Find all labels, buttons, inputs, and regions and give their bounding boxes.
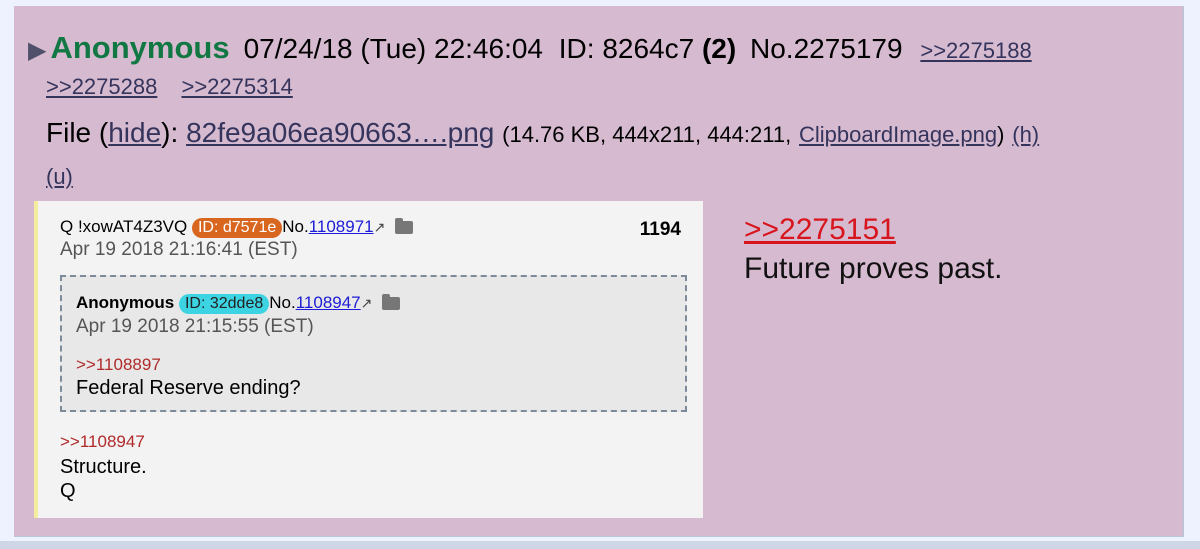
post-number[interactable]: No.2275179 bbox=[750, 33, 903, 64]
post-count: (2) bbox=[701, 33, 737, 64]
quoted-no-prefix: No. bbox=[269, 293, 296, 312]
post-container: ▶ Anonymous 07/24/18 (Tue) 22:46:04 ID: 82… bbox=[14, 6, 1184, 537]
embedded-id-badge: ID: d7571e bbox=[191, 218, 283, 238]
comment-quote-link[interactable]: >>2275151 bbox=[744, 213, 896, 247]
quoted-post-header: Anonymous ID: 32dde8 No.1108947↗ bbox=[76, 293, 401, 314]
h-link[interactable]: (h) bbox=[1012, 122, 1039, 147]
embedded-text: Structure. Q bbox=[60, 455, 147, 503]
file-meta-close: ) bbox=[997, 122, 1005, 147]
file-thumbnail[interactable]: Q !xowAT4Z3VQ ID: d7571e No.1108971↗ 1194… bbox=[34, 201, 703, 518]
embedded-ref: >>1108947 bbox=[60, 432, 145, 451]
reply-link-2[interactable]: >>2275288 bbox=[46, 74, 157, 99]
folder-icon bbox=[395, 218, 414, 235]
quoted-id-badge: ID: 32dde8 bbox=[178, 294, 270, 314]
embedded-post-link: 1108971 bbox=[308, 217, 374, 236]
reply-link-1[interactable]: >>2275188 bbox=[920, 38, 1031, 63]
embedded-post-header: Q !xowAT4Z3VQ ID: d7571e No.1108971↗ bbox=[60, 217, 414, 238]
external-link-icon: ↗ bbox=[373, 219, 386, 235]
embedded-date: Apr 19 2018 21:16:41 (EST) bbox=[60, 239, 298, 260]
embedded-no-prefix: No. bbox=[282, 217, 309, 236]
file-name-link[interactable]: 82fe9a06ea90663….png bbox=[186, 117, 494, 148]
poster-name: Anonymous bbox=[50, 30, 230, 65]
post-header: ▶ Anonymous 07/24/18 (Tue) 22:46:04 ID: 82… bbox=[28, 30, 1032, 69]
comment-text: Future proves past. bbox=[744, 252, 1003, 285]
quoted-ref: >>1108897 bbox=[76, 355, 161, 374]
file-label: File bbox=[46, 117, 92, 148]
embedded-count: 1194 bbox=[639, 219, 681, 240]
embedded-tripcode: Q !xowAT4Z3VQ bbox=[60, 217, 188, 236]
post-datetime: 07/24/18 (Tue) 22:46:04 bbox=[243, 33, 543, 64]
external-link-icon: ↗ bbox=[360, 295, 373, 311]
paren-open: ( bbox=[98, 117, 109, 148]
reply-links: >>2275288 >>2275314 bbox=[46, 72, 311, 102]
paren-close: ): bbox=[161, 117, 179, 148]
quoted-date: Apr 19 2018 21:15:55 (EST) bbox=[76, 316, 314, 337]
folder-icon bbox=[382, 294, 401, 311]
file-info: File (hide): 82fe9a06ea90663….png (14.76… bbox=[46, 114, 1176, 189]
quoted-poster-name: Anonymous bbox=[76, 293, 175, 312]
u-link[interactable]: (u) bbox=[46, 158, 73, 196]
next-post-edge bbox=[0, 541, 1200, 549]
file-meta: (14.76 KB, 444x211, 444:211, bbox=[502, 122, 792, 147]
quoted-post-link: 1108947 bbox=[295, 293, 361, 312]
hide-file-link[interactable]: hide bbox=[108, 117, 161, 148]
reply-link-3[interactable]: >>2275314 bbox=[181, 74, 292, 99]
embedded-text-line-1: Structure. bbox=[60, 456, 147, 478]
poster-id[interactable]: ID: 8264c7 bbox=[559, 33, 694, 64]
embedded-text-line-2: Q bbox=[60, 480, 76, 502]
quoted-text: Federal Reserve ending? bbox=[76, 377, 301, 399]
expand-arrow-icon[interactable]: ▶ bbox=[28, 37, 46, 64]
embedded-quoted-post: Anonymous ID: 32dde8 No.1108947↗ Apr 19 2… bbox=[60, 275, 687, 412]
original-filename-link[interactable]: ClipboardImage.png bbox=[799, 122, 997, 147]
